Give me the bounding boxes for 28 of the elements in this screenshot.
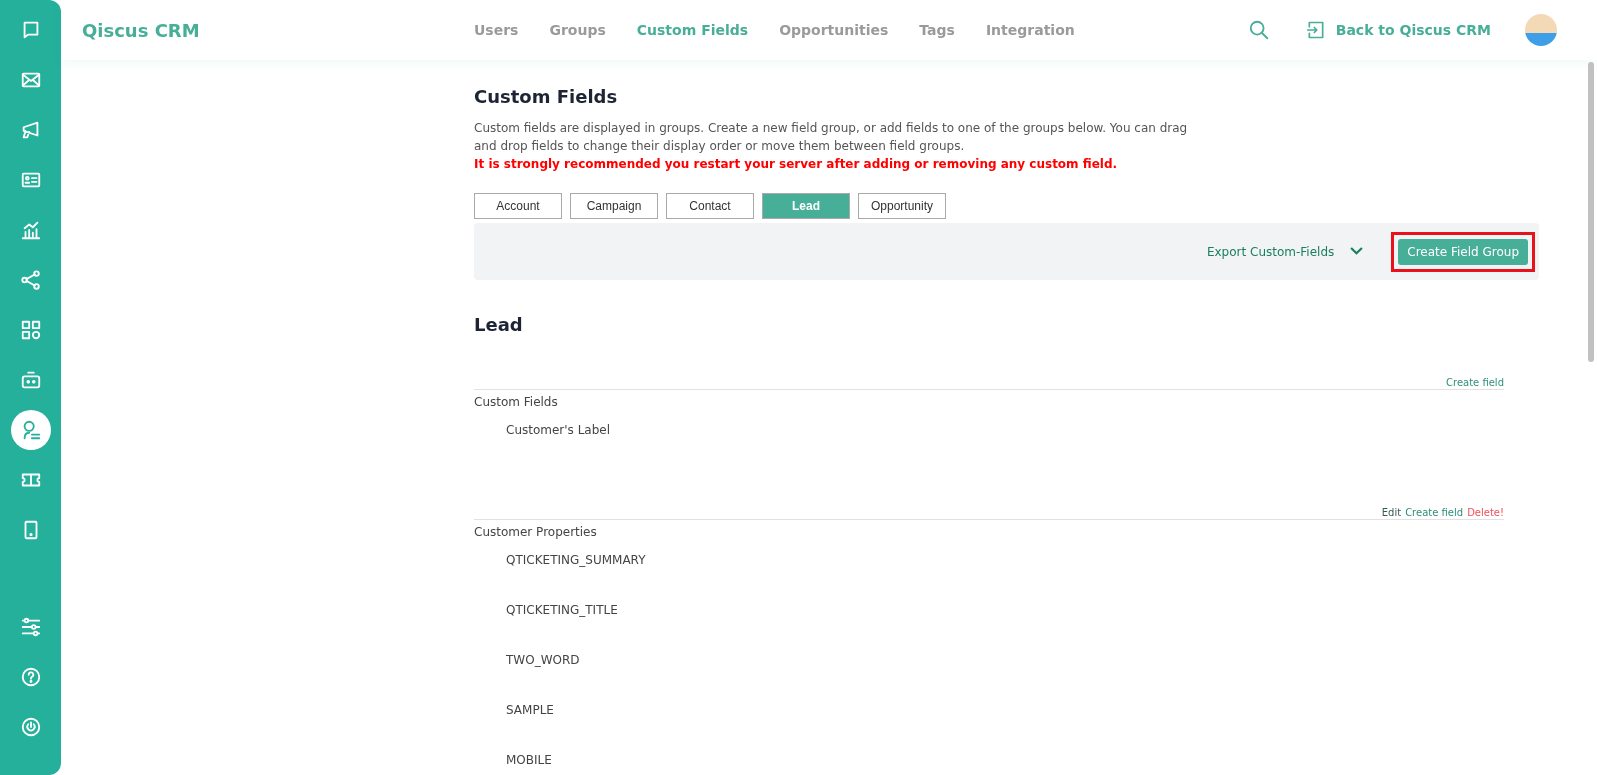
tab[interactable]: Opportunity xyxy=(858,193,946,219)
action-link[interactable]: Edit xyxy=(1381,507,1402,518)
action-link[interactable]: Create field xyxy=(1405,507,1464,518)
brand-title: Qiscus CRM xyxy=(82,19,201,41)
field-item[interactable]: MOBILE xyxy=(506,735,1504,775)
section-title: Lead xyxy=(474,314,524,335)
tab[interactable]: Campaign xyxy=(570,193,658,219)
page-title: Custom Fields xyxy=(474,86,619,107)
tab[interactable]: Lead xyxy=(762,193,850,219)
nav-link[interactable]: Integration xyxy=(985,22,1075,38)
action-link[interactable]: Delete! xyxy=(1467,507,1504,518)
nav-link[interactable]: Tags xyxy=(919,22,955,38)
nav-link[interactable]: Users xyxy=(474,22,519,38)
back-link[interactable]: Back to Qiscus CRM xyxy=(1305,20,1491,40)
warning-text: It is strongly recommended you restart your server after adding or removing any custom field. xyxy=(474,156,1119,173)
field-item[interactable]: QTICKETING_TITLE xyxy=(506,585,1504,635)
action-link[interactable]: Create field xyxy=(1446,377,1504,388)
description-text: Custom fields are displayed in groups. Create a new field group, or add fields to one of the groups below. You can drag and drop fields to change their display order or move them between field groups. xyxy=(474,120,1189,155)
nav-link[interactable]: Custom Fields xyxy=(636,22,749,38)
field-item[interactable]: SAMPLE xyxy=(506,685,1504,735)
tab[interactable]: Account xyxy=(474,193,562,219)
nav-link[interactable]: Groups xyxy=(549,22,606,38)
group-name: Customer Properties xyxy=(474,525,598,539)
export-dropdown[interactable]: Export Custom-Fields xyxy=(1206,244,1364,259)
tab[interactable]: Contact xyxy=(666,193,754,219)
nav-link[interactable]: Opportunities xyxy=(779,22,889,38)
field-item[interactable]: TWO_WORD xyxy=(506,635,1504,685)
create-field-group-button[interactable]: Create Field Group xyxy=(1398,238,1528,265)
